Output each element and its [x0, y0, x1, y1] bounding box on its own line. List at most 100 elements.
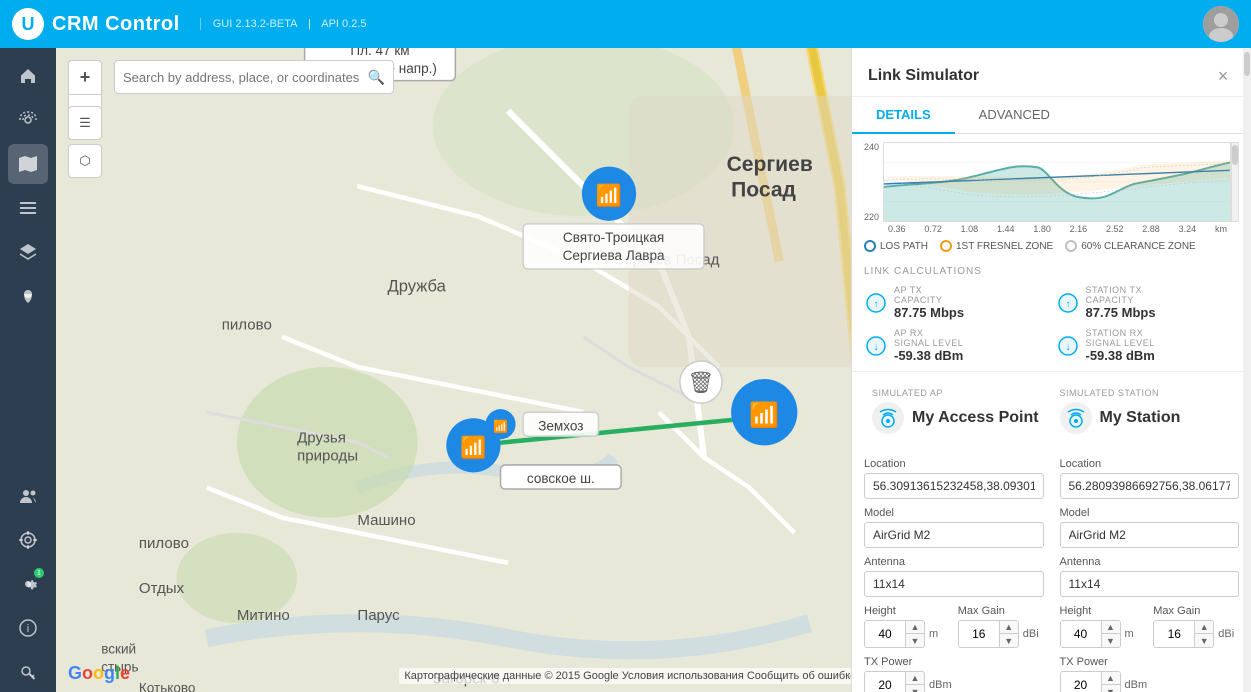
sidebar-item-settings[interactable]: 1: [8, 564, 48, 604]
svg-text:вский: вский: [101, 641, 136, 656]
sidebar-item-home[interactable]: [8, 56, 48, 96]
map-layers-button[interactable]: ⬡: [68, 144, 102, 178]
svg-text:↑: ↑: [874, 299, 879, 310]
svg-text:📶: 📶: [460, 434, 486, 459]
ap-model-input[interactable]: [864, 522, 1044, 548]
svg-text:↓: ↓: [874, 342, 879, 353]
search-bar[interactable]: 🔍: [114, 60, 394, 94]
station-tx-info: STATION TXCAPACITY 87.75 Mbps: [1086, 285, 1156, 320]
tab-details[interactable]: DETAILS: [852, 97, 955, 134]
svg-text:пилово: пилово: [139, 535, 189, 552]
link-calc-grid: ↑ AP TXCAPACITY 87.75 Mbps ↑ STATION: [864, 285, 1239, 363]
ap-header: My Access Point: [872, 402, 1044, 434]
ap-height-gain-row: Height ▲ ▼ m Max Gain: [864, 605, 1044, 648]
ap-rx-signal: ↓ AP RXSIGNAL LEVEL -59.38 dBm: [864, 328, 1048, 363]
ap-antenna-input[interactable]: [864, 571, 1044, 597]
station-antenna-input[interactable]: [1060, 571, 1240, 597]
ap-gain-input[interactable]: [959, 622, 999, 646]
sidebar-item-key[interactable]: [8, 652, 48, 692]
sidebar-item-users[interactable]: [8, 476, 48, 516]
chart-area: 240 220: [852, 134, 1251, 234]
station-height-gain-row: Height ▲ ▼ m Max Gain: [1060, 605, 1240, 648]
station-height-stepper[interactable]: ▲ ▼: [1060, 620, 1121, 648]
ap-txpower-stepper[interactable]: ▲ ▼: [864, 671, 925, 692]
ap-txpower-up[interactable]: ▲: [906, 672, 924, 685]
map-extra-controls: ☰ ⬡: [68, 106, 102, 178]
ap-height-input[interactable]: [865, 622, 905, 646]
ap-rx-value: -59.38 dBm: [894, 348, 963, 363]
legend-fresnel-dot: [940, 240, 952, 252]
panel-close-button[interactable]: ×: [1211, 64, 1235, 88]
tab-advanced[interactable]: ADVANCED: [955, 97, 1074, 134]
sidebar-item-info[interactable]: i: [8, 608, 48, 648]
chart-scrollbar[interactable]: [1231, 142, 1239, 222]
ap-gain-up[interactable]: ▲: [1000, 621, 1018, 634]
station-gain-up[interactable]: ▲: [1195, 621, 1213, 634]
sidebar-item-list[interactable]: [8, 188, 48, 228]
station-gain-unit: dBi: [1218, 628, 1234, 640]
station-txpower-stepper[interactable]: ▲ ▼: [1060, 671, 1121, 692]
ap-gain-label: Max Gain: [958, 605, 1044, 617]
svg-text:📶: 📶: [493, 419, 508, 433]
station-height-up[interactable]: ▲: [1102, 621, 1120, 634]
station-tx-icon: ↑: [1056, 291, 1080, 315]
sidebar-item-map[interactable]: [8, 144, 48, 184]
station-device-icon: [1060, 402, 1092, 434]
ap-rx-info: AP RXSIGNAL LEVEL -59.38 dBm: [894, 328, 963, 363]
map-list-button[interactable]: ☰: [68, 106, 102, 140]
station-model-input[interactable]: [1060, 522, 1240, 548]
ap-txpower-input[interactable]: [865, 673, 905, 692]
station-height-input[interactable]: [1061, 622, 1101, 646]
ap-form-col: Location Model Antenna Height: [864, 458, 1044, 692]
device-forms: Location Model Antenna Height: [852, 450, 1251, 692]
search-input[interactable]: [123, 70, 368, 85]
station-txpower-label: TX Power: [1060, 656, 1240, 668]
user-avatar[interactable]: [1203, 6, 1239, 42]
ap-location-label: Location: [864, 458, 1044, 470]
svg-text:Земхоз: Земхоз: [538, 418, 583, 433]
ap-tx-icon: ↑: [864, 291, 888, 315]
station-gain-down[interactable]: ▼: [1195, 634, 1213, 647]
legend-fresnel: 1ST FRESNEL ZONE: [940, 240, 1053, 252]
link-calc-title: LINK CALCULATIONS: [864, 266, 1239, 277]
ap-gain-stepper[interactable]: ▲ ▼: [958, 620, 1019, 648]
ap-location-input[interactable]: [864, 473, 1044, 499]
station-txpower-down[interactable]: ▼: [1102, 685, 1120, 692]
ap-txpower-down[interactable]: ▼: [906, 685, 924, 692]
ap-gain-group: Max Gain ▲ ▼ dBi: [958, 605, 1044, 648]
zoom-in-button[interactable]: +: [68, 60, 102, 94]
station-gain-group: Max Gain ▲ ▼ dBi: [1153, 605, 1239, 648]
ap-gain-down[interactable]: ▼: [1000, 634, 1018, 647]
gui-version: GUI 2.13.2-BETA | API 0.2.5: [200, 18, 367, 30]
station-height-stepper-btns: ▲ ▼: [1101, 621, 1120, 647]
sidebar-item-target[interactable]: [8, 520, 48, 560]
ap-txpower-group: TX Power ▲ ▼ dBm: [864, 656, 1044, 692]
sidebar-item-layers[interactable]: [8, 232, 48, 272]
station-height-down[interactable]: ▼: [1102, 634, 1120, 647]
legend-los-dot: [864, 240, 876, 252]
station-gain-stepper[interactable]: ▲ ▼: [1153, 620, 1214, 648]
simulated-station: SIMULATED STATION My Station: [1052, 380, 1240, 442]
svg-text:↑: ↑: [1065, 299, 1070, 310]
station-location-input[interactable]: [1060, 473, 1240, 499]
navbar: U CRM Control GUI 2.13.2-BETA | API 0.2.…: [0, 0, 1251, 48]
search-icon[interactable]: 🔍: [368, 69, 385, 86]
ap-height-up[interactable]: ▲: [906, 621, 924, 634]
station-gain-input[interactable]: [1154, 622, 1194, 646]
ap-tx-info: AP TXCAPACITY 87.75 Mbps: [894, 285, 964, 320]
sidebar-item-radio[interactable]: [8, 100, 48, 140]
station-txpower-up[interactable]: ▲: [1102, 672, 1120, 685]
station-txpower-input[interactable]: [1061, 673, 1101, 692]
chart-y-240: 240: [864, 142, 879, 152]
svg-text:Котьково: Котьково: [139, 680, 196, 692]
station-location-group: Location: [1060, 458, 1240, 499]
station-txpower-group: TX Power ▲ ▼ dBm: [1060, 656, 1240, 692]
sidebar-item-markers[interactable]: [8, 276, 48, 316]
svg-text:Отдых: Отдых: [139, 580, 185, 597]
station-txpower-unit: dBm: [1125, 679, 1148, 691]
right-panel-scrollbar[interactable]: [1243, 48, 1251, 692]
ap-height-stepper[interactable]: ▲ ▼: [864, 620, 925, 648]
ap-height-down[interactable]: ▼: [906, 634, 924, 647]
svg-text:Сергиев: Сергиев: [727, 153, 813, 176]
ap-gain-unit: dBi: [1023, 628, 1039, 640]
